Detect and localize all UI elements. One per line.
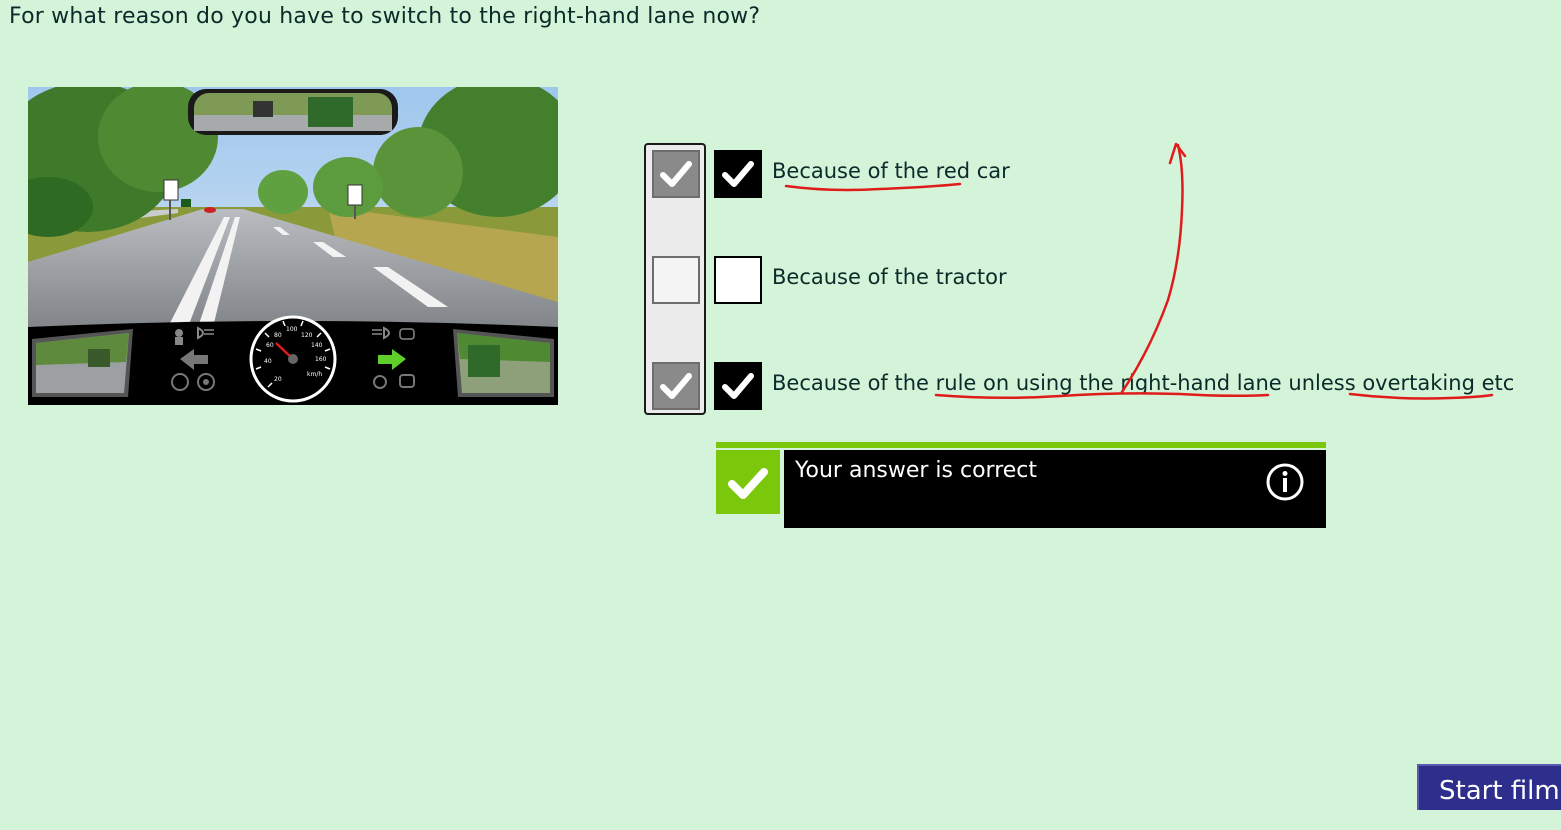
correct-status-icon <box>716 450 780 514</box>
answer-checkbox-1[interactable] <box>714 150 762 198</box>
speed-tick: 20 <box>274 376 282 383</box>
answer-checkbox-2[interactable] <box>714 256 762 304</box>
solution-checkbox-1 <box>652 150 700 198</box>
annotation-arrow <box>1120 143 1184 394</box>
solution-checkbox-3 <box>652 362 700 410</box>
info-icon[interactable] <box>1265 462 1305 502</box>
answer-label-1[interactable]: Because of the red car <box>772 159 1010 183</box>
speed-tick: 120 <box>301 332 313 339</box>
airbag-icon <box>175 329 183 345</box>
checkmark-icon <box>660 161 692 187</box>
answer-label-3[interactable]: Because of the rule on using the right-h… <box>772 371 1514 395</box>
result-panel: Your answer is correct <box>784 450 1326 528</box>
checkmark-icon <box>660 373 692 399</box>
driving-scene-image: 20 40 60 80 100 120 140 160 km/h <box>28 87 558 405</box>
answer-label-2[interactable]: Because of the tractor <box>772 265 1007 289</box>
speed-unit: km/h <box>307 371 322 378</box>
speed-tick: 100 <box>286 326 298 333</box>
checkmark-icon <box>722 161 754 187</box>
underline-red-car <box>784 182 962 192</box>
speedometer-gauge: 20 40 60 80 100 120 140 160 km/h <box>249 315 337 403</box>
checkmark-icon <box>722 373 754 399</box>
speed-tick: 60 <box>266 342 274 349</box>
annotation-arrowhead <box>1168 142 1187 165</box>
answer-checkbox-3[interactable] <box>714 362 762 410</box>
question-text: For what reason do you have to switch to… <box>9 4 761 29</box>
speed-tick: 140 <box>311 342 323 349</box>
result-bar <box>716 442 1326 448</box>
speed-tick: 40 <box>264 358 272 365</box>
start-film-button[interactable]: Start film <box>1417 764 1561 810</box>
solution-column <box>644 143 706 415</box>
result-message: Your answer is correct <box>795 458 1038 483</box>
speed-tick: 160 <box>315 356 327 363</box>
checkmark-icon <box>728 468 768 499</box>
speed-tick: 80 <box>274 332 282 339</box>
solution-checkbox-2 <box>652 256 700 304</box>
